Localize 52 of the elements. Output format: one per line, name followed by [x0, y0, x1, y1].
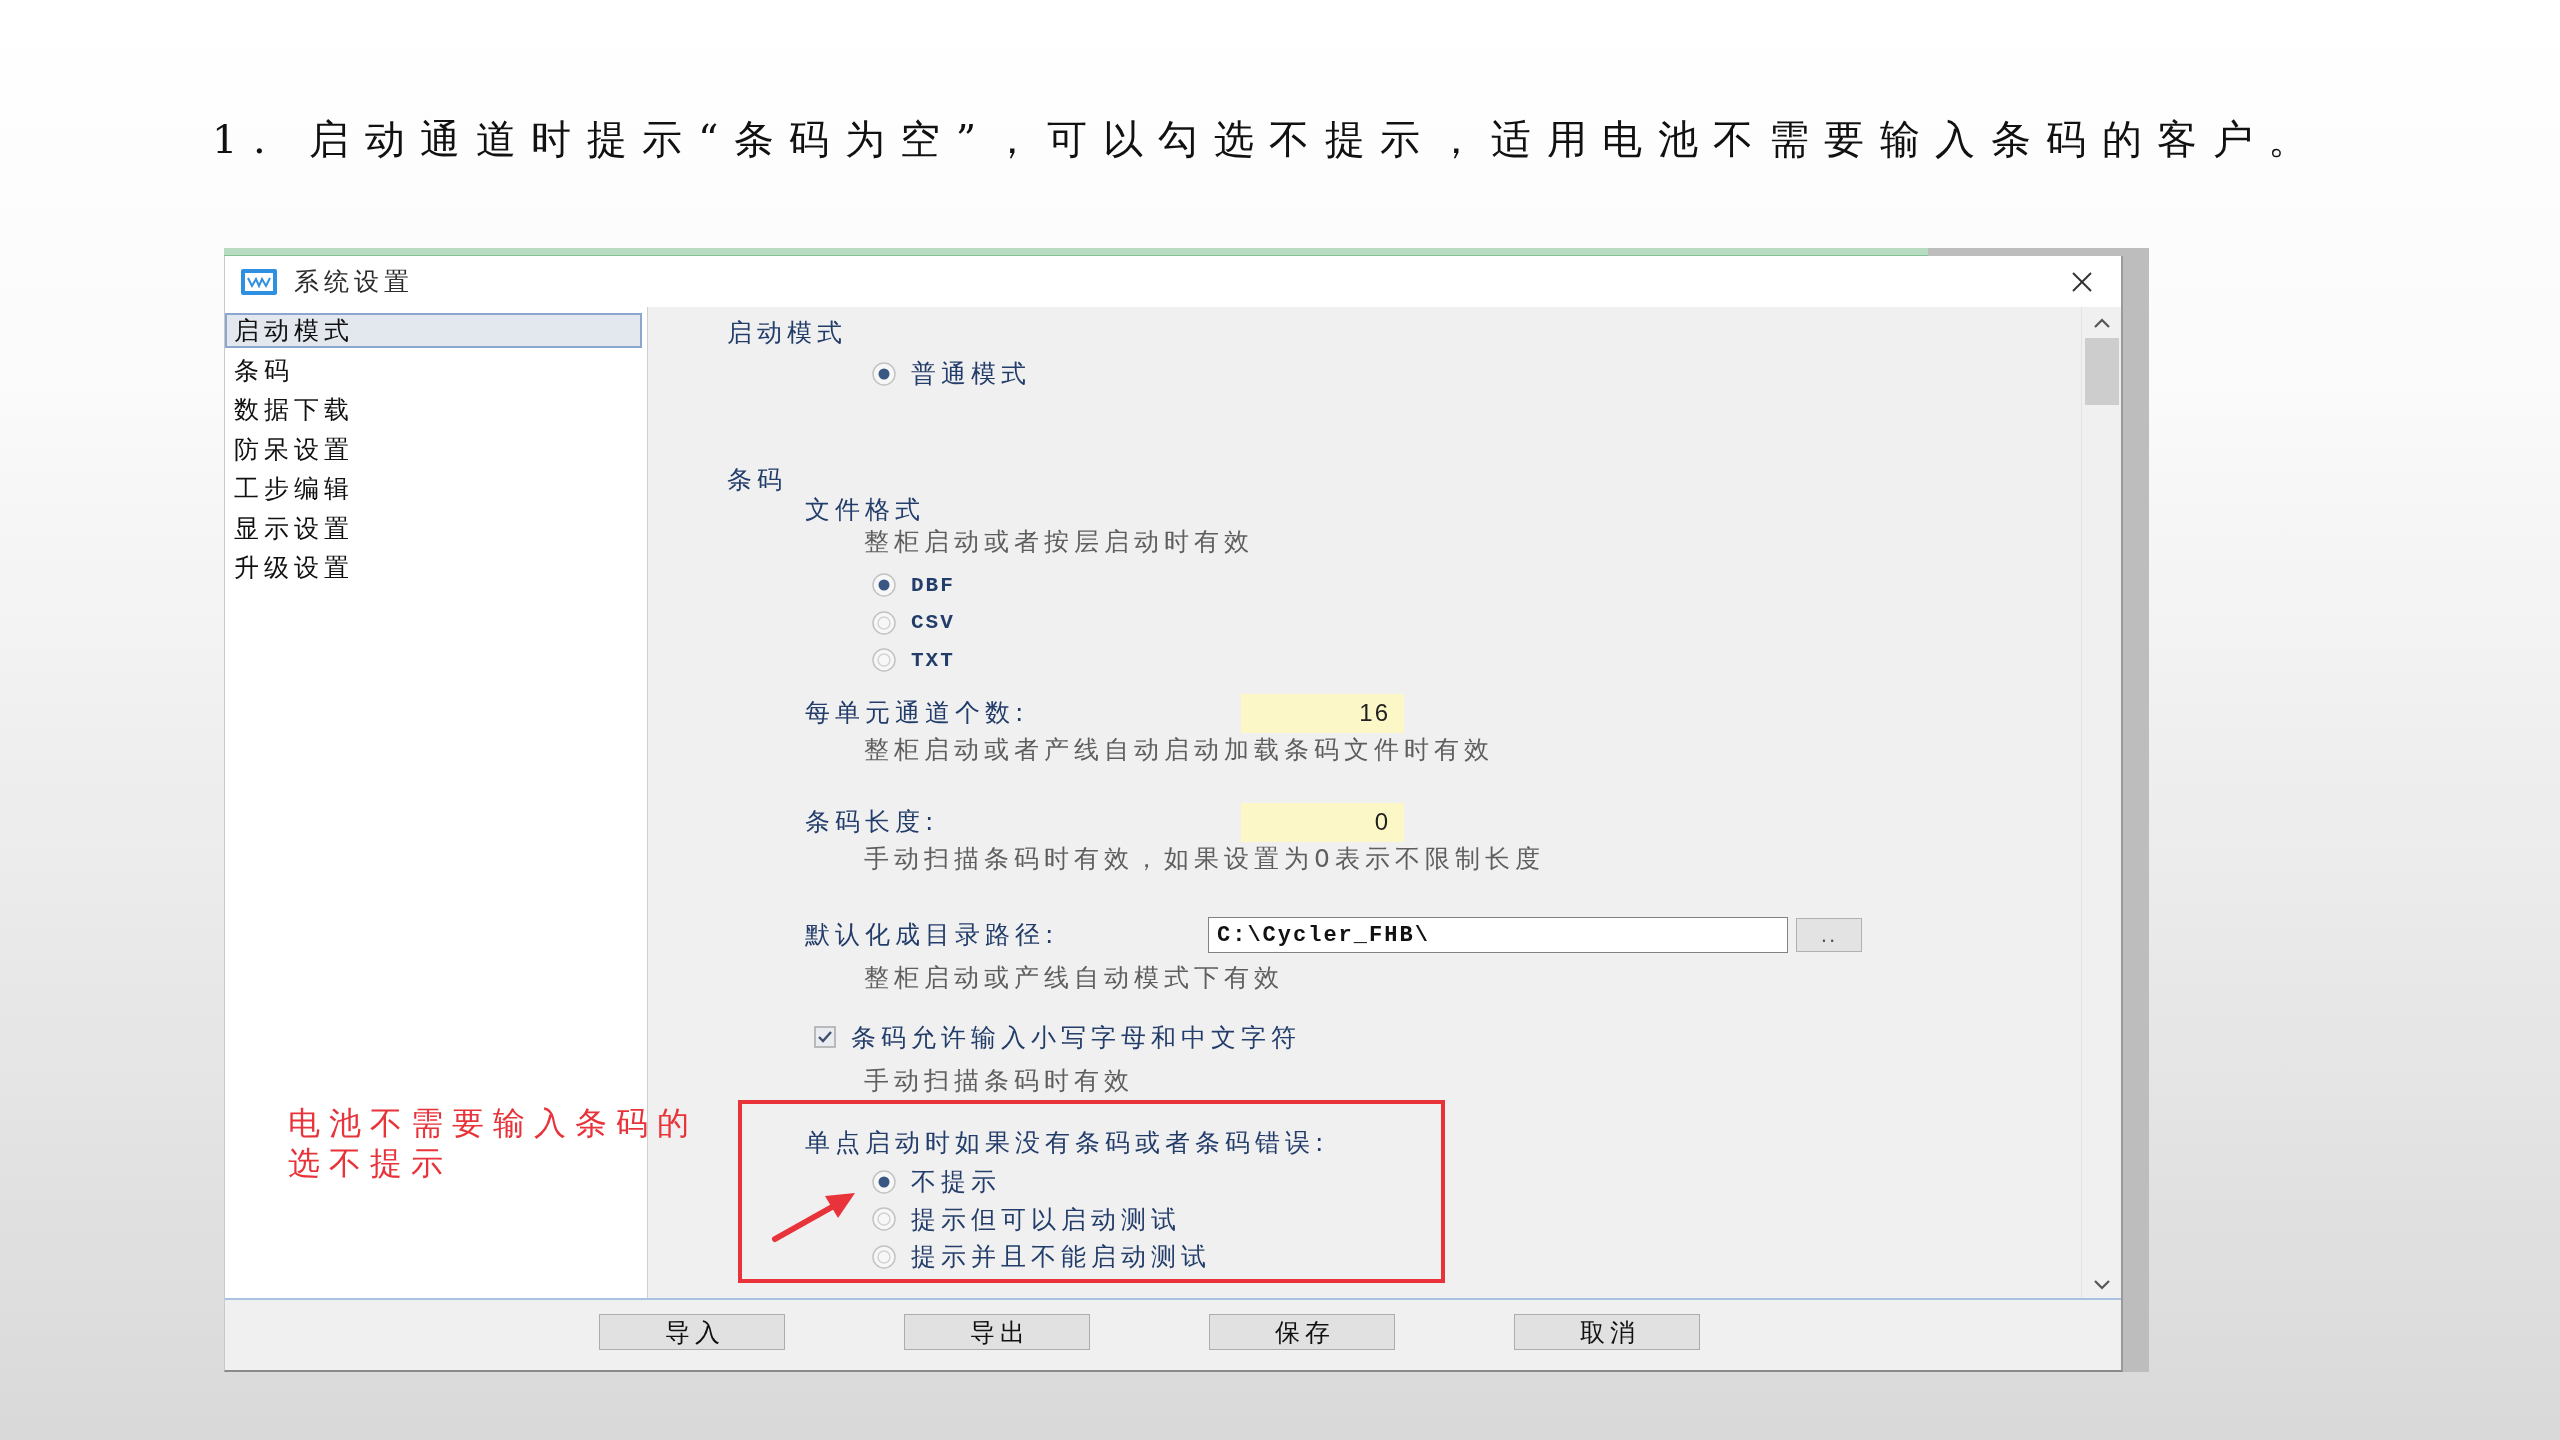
hint-text: 整柜启动或产线自动模式下有效 — [864, 963, 1284, 993]
app-icon — [240, 267, 278, 296]
radio-option[interactable]: 不提示 — [872, 1166, 1001, 1197]
hint-text: 手动扫描条码时有效，如果设置为0表示不限制长度 — [864, 844, 1545, 874]
radio-option[interactable]: 普通模式 — [872, 358, 1031, 389]
radio-icon[interactable] — [872, 573, 896, 598]
close-icon[interactable] — [2071, 270, 2093, 293]
hint-text: 整柜启动或者产线自动启动加载条码文件时有效 — [864, 735, 1494, 765]
dialog-button[interactable]: 导出 — [904, 1314, 1090, 1350]
hint-text: 手动扫描条码时有效 — [864, 1066, 1134, 1096]
radio-icon[interactable] — [872, 1169, 896, 1194]
field-label: 条码长度: — [805, 807, 939, 837]
scrollbar-thumb[interactable] — [2084, 338, 2119, 405]
annotation-note: 电池不需要输入条码的选不提示 — [288, 1103, 699, 1183]
number-field[interactable]: 0 — [1241, 802, 1404, 842]
sidebar-item[interactable]: 防呆设置 — [225, 431, 360, 467]
radio-icon[interactable] — [872, 361, 896, 386]
field-label: 单点启动时如果没有条码或者条码错误: — [805, 1128, 1329, 1158]
section-title: 启动模式 — [727, 318, 847, 348]
radio-icon[interactable] — [872, 1244, 896, 1269]
field-label: 默认化成目录路径: — [805, 920, 1059, 950]
radio-option[interactable]: TXT — [872, 645, 955, 676]
sidebar-item[interactable]: 升级设置 — [225, 550, 360, 585]
dialog-button[interactable]: 取消 — [1514, 1314, 1700, 1350]
checkbox-icon[interactable] — [814, 1026, 836, 1048]
sidebar-item[interactable]: 显示设置 — [225, 510, 360, 546]
hint-text: 整柜启动或者按层启动时有效 — [864, 526, 1254, 557]
dialog-button[interactable]: 导入 — [599, 1314, 785, 1350]
radio-option[interactable]: 提示但可以启动测试 — [872, 1204, 1181, 1235]
scrollbar[interactable] — [2081, 307, 2121, 1298]
radio-option[interactable]: 提示并且不能启动测试 — [872, 1241, 1211, 1272]
sidebar-item[interactable]: 工步编辑 — [225, 471, 360, 506]
checkbox-option[interactable]: 条码允许输入小写字母和中文字符 — [814, 1022, 1301, 1052]
group-label: 文件格式 — [805, 494, 925, 525]
field-label: 每单元通道个数: — [805, 698, 1029, 728]
radio-option[interactable]: CSV — [872, 607, 955, 638]
number-field[interactable]: 16 — [1241, 693, 1404, 733]
radio-icon[interactable] — [872, 610, 896, 635]
sidebar-item[interactable]: 数据下载 — [225, 392, 360, 427]
radio-icon[interactable] — [872, 648, 896, 673]
dialog-button[interactable]: 保存 — [1209, 1314, 1395, 1350]
chevron-down-icon[interactable] — [2091, 1278, 2112, 1292]
path-field[interactable]: C:\Cycler_FHB\ — [1208, 917, 1788, 953]
section-title: 条码 — [727, 464, 787, 495]
radio-option[interactable]: DBF — [872, 570, 955, 601]
sidebar-item[interactable]: 条码 — [225, 352, 300, 388]
browse-button[interactable]: .. — [1796, 918, 1862, 952]
arrow-icon — [770, 1190, 856, 1244]
window-title: 系统设置 — [294, 266, 414, 298]
radio-icon[interactable] — [872, 1207, 896, 1232]
slide-heading: 1. 启动通道时提示“条码为空”，可以勾选不提示，适用电池不需要输入条码的客户。 — [212, 115, 2324, 164]
sidebar-item[interactable]: 启动模式 — [225, 313, 642, 348]
